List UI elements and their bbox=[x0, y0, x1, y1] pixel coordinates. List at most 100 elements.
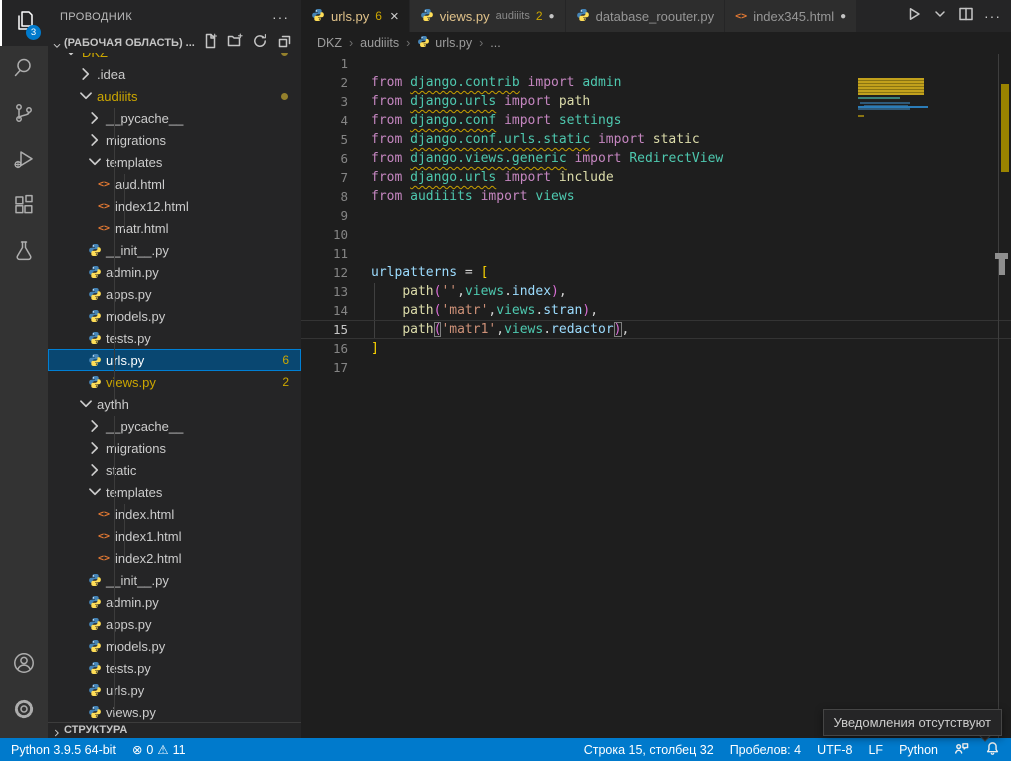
tree-item-index12.html[interactable]: <>index12.html bbox=[48, 195, 301, 217]
tree-item-label: apps.py bbox=[106, 617, 152, 632]
status-cursor-position[interactable]: Строка 15, столбец 32 bbox=[577, 743, 721, 757]
tree-item-templates[interactable]: templates bbox=[48, 151, 301, 173]
code-token: 'matr' bbox=[441, 303, 488, 318]
code-line-12[interactable]: 12urlpatterns = [ bbox=[301, 263, 1011, 282]
tree-item-tests.py[interactable]: tests.py bbox=[48, 327, 301, 349]
code-token bbox=[520, 75, 528, 90]
status-encoding[interactable]: UTF-8 bbox=[810, 743, 859, 757]
tree-item-templates[interactable]: templates bbox=[48, 481, 301, 503]
activity-item-settings[interactable] bbox=[0, 688, 48, 734]
tree-item-matr.html[interactable]: <>matr.html bbox=[48, 217, 301, 239]
sidebar-more-actions-button[interactable]: ··· bbox=[272, 9, 289, 25]
status-eol[interactable]: LF bbox=[861, 743, 890, 757]
tree-item-__pycache__[interactable]: __pycache__ bbox=[48, 107, 301, 129]
tab-database_roouter.py[interactable]: database_roouter.py bbox=[566, 0, 726, 32]
tree-item-urls.py[interactable]: urls.py6 bbox=[48, 349, 301, 371]
code-line-17[interactable]: 17 bbox=[301, 358, 1011, 377]
activity-item-extensions[interactable] bbox=[0, 184, 48, 230]
tab-index345.html[interactable]: <>index345.html● bbox=[725, 0, 857, 32]
tree-item-label: urls.py bbox=[106, 353, 144, 368]
workspace-label: (РАБОЧАЯ ОБЛАСТЬ) ... bbox=[64, 37, 195, 49]
code-line-16[interactable]: 16] bbox=[301, 339, 1011, 358]
tab-urls.py[interactable]: urls.py6× bbox=[301, 0, 410, 32]
editor-actions: ··· bbox=[896, 0, 1011, 32]
status-indentation[interactable]: Пробелов: 4 bbox=[723, 743, 808, 757]
tree-item-index2.html[interactable]: <>index2.html bbox=[48, 547, 301, 569]
run-dropdown-button[interactable] bbox=[932, 6, 948, 27]
split-editor-button[interactable] bbox=[958, 6, 974, 27]
tree-item-label: aud.html bbox=[115, 177, 165, 192]
code-line-9[interactable]: 9 bbox=[301, 206, 1011, 225]
status-bell[interactable] bbox=[978, 741, 1007, 759]
tree-item-label: DKZ bbox=[82, 53, 108, 60]
code-line-15[interactable]: 15 path('matr1',views.redactor), bbox=[301, 320, 1011, 339]
tree-item-.idea[interactable]: .idea bbox=[48, 63, 301, 85]
tree-item-apps.py[interactable]: apps.py bbox=[48, 613, 301, 635]
html-file-icon: <> bbox=[95, 550, 113, 566]
tree-item-views.py[interactable]: views.py2 bbox=[48, 371, 301, 393]
code-token: stran bbox=[543, 303, 582, 318]
run-button[interactable] bbox=[906, 6, 922, 27]
tree-item-tests.py[interactable]: tests.py bbox=[48, 657, 301, 679]
code-line-7[interactable]: 7from django.urls import include bbox=[301, 168, 1011, 187]
code-token: django.urls bbox=[410, 170, 496, 185]
code-line-1[interactable]: 1 bbox=[301, 54, 1011, 73]
status-python-interpreter[interactable]: Python 3.9.5 64-bit bbox=[4, 743, 123, 757]
tree-item-migrations[interactable]: migrations bbox=[48, 129, 301, 151]
breadcrumb-item-urls.py[interactable]: urls.py bbox=[417, 35, 472, 51]
tree-item-models.py[interactable]: models.py bbox=[48, 635, 301, 657]
tree-indent-guide bbox=[114, 108, 115, 404]
breadcrumb-item-...[interactable]: ... bbox=[490, 36, 500, 50]
tree-item-admin.py[interactable]: admin.py bbox=[48, 591, 301, 613]
activity-item-explorer[interactable]: 3 bbox=[0, 0, 48, 46]
new-folder-button[interactable] bbox=[227, 33, 243, 54]
close-icon[interactable]: × bbox=[390, 8, 399, 25]
tree-item-apps.py[interactable]: apps.py bbox=[48, 283, 301, 305]
status-feedback[interactable] bbox=[947, 741, 976, 759]
code-token: path bbox=[402, 322, 433, 337]
tree-item-aythh[interactable]: aythh bbox=[48, 393, 301, 415]
new-file-button[interactable] bbox=[202, 33, 218, 54]
breadcrumb-item-DKZ[interactable]: DKZ bbox=[317, 36, 342, 50]
editor-scrollbar[interactable] bbox=[998, 54, 1011, 738]
outline-section-header[interactable]: СТРУКТУРА bbox=[48, 722, 301, 737]
status-language-mode[interactable]: Python bbox=[892, 743, 945, 757]
activity-item-testing[interactable] bbox=[0, 230, 48, 276]
tree-item-models.py[interactable]: models.py bbox=[48, 305, 301, 327]
tree-item-migrations[interactable]: migrations bbox=[48, 437, 301, 459]
chevron-right-icon bbox=[86, 132, 104, 148]
python-file-icon bbox=[311, 8, 325, 25]
tree-item-__pycache__[interactable]: __pycache__ bbox=[48, 415, 301, 437]
tree-item-__init__.py[interactable]: __init__.py bbox=[48, 569, 301, 591]
tree-item-audiiits[interactable]: audiiits bbox=[48, 85, 301, 107]
tree-item-aud.html[interactable]: <>aud.html bbox=[48, 173, 301, 195]
breadcrumb-item-audiiits[interactable]: audiiits bbox=[360, 36, 399, 50]
tree-item-DKZ[interactable]: DKZ bbox=[48, 53, 301, 63]
activity-item-account[interactable] bbox=[0, 642, 48, 688]
tree-item-views.py[interactable]: views.py bbox=[48, 701, 301, 722]
tree-item-static[interactable]: static bbox=[48, 459, 301, 481]
code-line-11[interactable]: 11 bbox=[301, 244, 1011, 263]
collapse-all-button[interactable] bbox=[277, 33, 293, 54]
code-token bbox=[371, 284, 402, 299]
tree-item-index1.html[interactable]: <>index1.html bbox=[48, 525, 301, 547]
workspace-section-header[interactable]: (РАБОЧАЯ ОБЛАСТЬ) ... bbox=[48, 33, 301, 53]
minimap[interactable] bbox=[858, 77, 928, 167]
code-line-10[interactable]: 10 bbox=[301, 225, 1011, 244]
tree-item-urls.py[interactable]: urls.py bbox=[48, 679, 301, 701]
code-line-13[interactable]: 13 path('',views.index), bbox=[301, 282, 1011, 301]
refresh-button[interactable] bbox=[252, 33, 268, 54]
tab-views.py[interactable]: views.pyaudiiits2● bbox=[410, 0, 566, 32]
tree-indent-guide bbox=[114, 416, 115, 713]
more-actions-button[interactable]: ··· bbox=[984, 8, 1001, 24]
code-editor[interactable]: 12from django.contrib import admin3from … bbox=[301, 54, 1011, 738]
tree-item-__init__.py[interactable]: __init__.py bbox=[48, 239, 301, 261]
status-problems[interactable]: ⊗0⚠11 bbox=[125, 742, 193, 757]
activity-item-source-control[interactable] bbox=[0, 92, 48, 138]
code-line-14[interactable]: 14 path('matr',views.stran), bbox=[301, 301, 1011, 320]
activity-item-run-debug[interactable] bbox=[0, 138, 48, 184]
tree-item-admin.py[interactable]: admin.py bbox=[48, 261, 301, 283]
code-line-8[interactable]: 8from audiiits import views bbox=[301, 187, 1011, 206]
tree-item-index.html[interactable]: <>index.html bbox=[48, 503, 301, 525]
activity-item-search[interactable] bbox=[0, 46, 48, 92]
